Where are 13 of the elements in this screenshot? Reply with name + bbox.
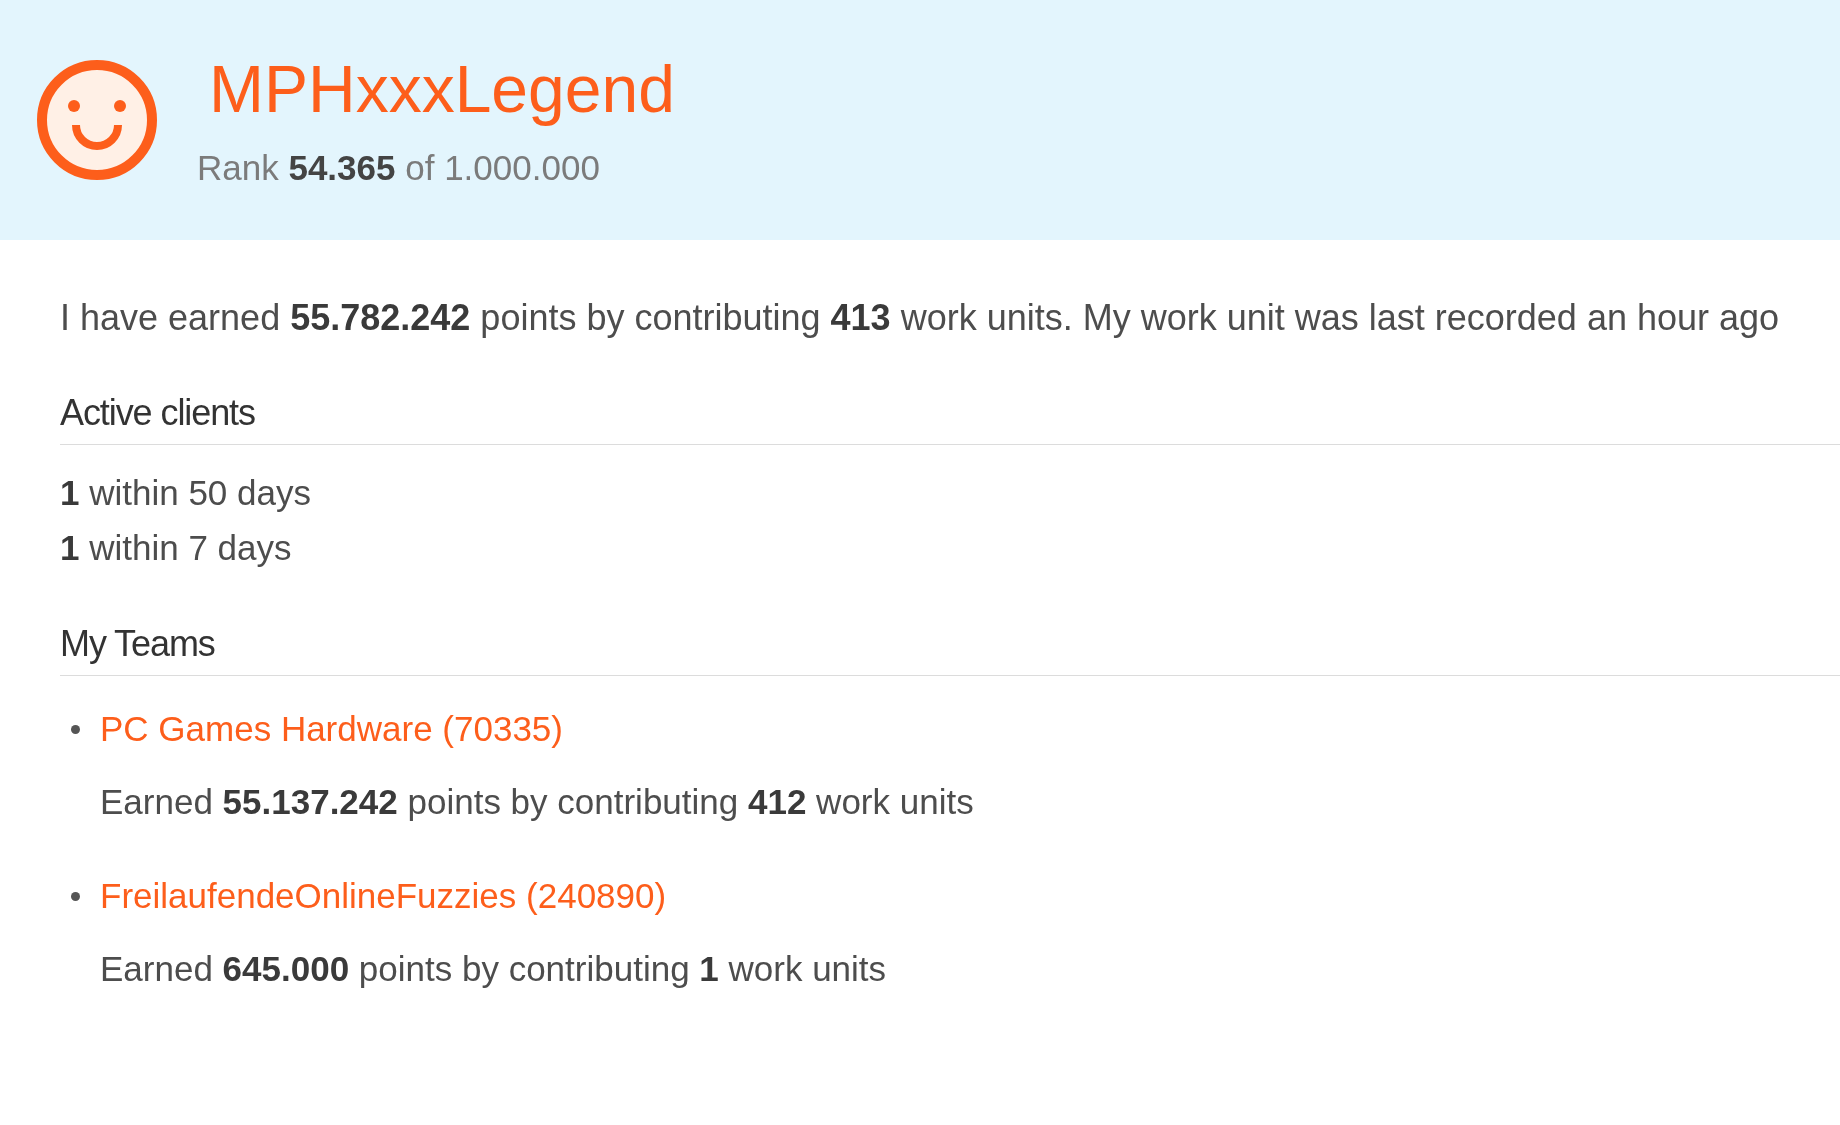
summary-text: I have earned 55.782.242 points by contributing 413 work units. My work unit was last recorded an hour ago [60,296,1780,340]
section-heading: Active clients [60,392,255,433]
team-summary-text: Earned 645.000 points by contributing 1 work units [100,948,887,990]
bullet-icon [71,724,80,734]
team-link[interactable]: FreilaufendeOnlineFuzzies (240890) [100,872,667,920]
team-link[interactable]: PC Games Hardware (70335) [100,705,563,753]
client-count-text: 1 within 7 days [60,527,292,569]
smiley-icon [37,60,157,180]
client-count-text: 1 within 50 days [60,472,311,514]
rank-text: Rank 54.365 of 1.000.000 [197,149,601,185]
team-summary-text: Earned 55.137.242 points by contributing 412 work units [100,781,974,823]
bullet-icon [71,891,80,901]
section-heading: My Teams [60,623,215,664]
